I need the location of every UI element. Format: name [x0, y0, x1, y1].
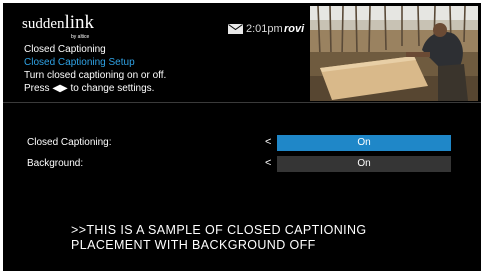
suddenlink-logo: suddenlink — [22, 12, 95, 33]
setting-value-background[interactable]: On — [277, 156, 451, 172]
caption-sample: >>THIS IS A SAMPLE OF CLOSED CAPTIONING … — [71, 223, 367, 253]
setting-row-background[interactable]: Background: < On — [3, 156, 481, 172]
setting-label-background: Background: — [27, 158, 84, 169]
menu-selected-option[interactable]: Closed Captioning Setup — [24, 56, 166, 69]
video-preview[interactable] — [310, 6, 478, 101]
tv-screen: suddenlink by altice 2:01pm rovi Closed … — [3, 3, 481, 271]
header-divider — [3, 102, 481, 103]
menu-title: Closed Captioning — [24, 44, 106, 55]
menu-instructions: Press ◀▶ to change settings. — [24, 83, 155, 94]
mail-icon — [228, 24, 243, 34]
setting-label-closed-captioning: Closed Captioning: — [27, 137, 112, 148]
caption-line-1: >>THIS IS A SAMPLE OF CLOSED CAPTIONING — [71, 223, 367, 237]
menu-description: Turn closed captioning on or off. — [24, 70, 167, 81]
rovi-logo: rovi — [284, 23, 305, 35]
setting-row-closed-captioning[interactable]: Closed Captioning: < On — [3, 135, 481, 151]
left-arrow-icon[interactable]: < — [265, 156, 271, 170]
logo-subtitle: by altice — [71, 34, 90, 40]
clock-time: 2:01pm — [246, 23, 283, 35]
logo-main: sudden — [22, 16, 65, 32]
left-arrow-icon[interactable]: < — [265, 135, 271, 149]
caption-line-2: PLACEMENT WITH BACKGROUND OFF — [71, 238, 316, 252]
logo-tail: link — [64, 12, 95, 33]
menu-info: Closed Captioning Closed Captioning Setu… — [24, 43, 166, 95]
setting-value-closed-captioning[interactable]: On — [277, 135, 451, 151]
